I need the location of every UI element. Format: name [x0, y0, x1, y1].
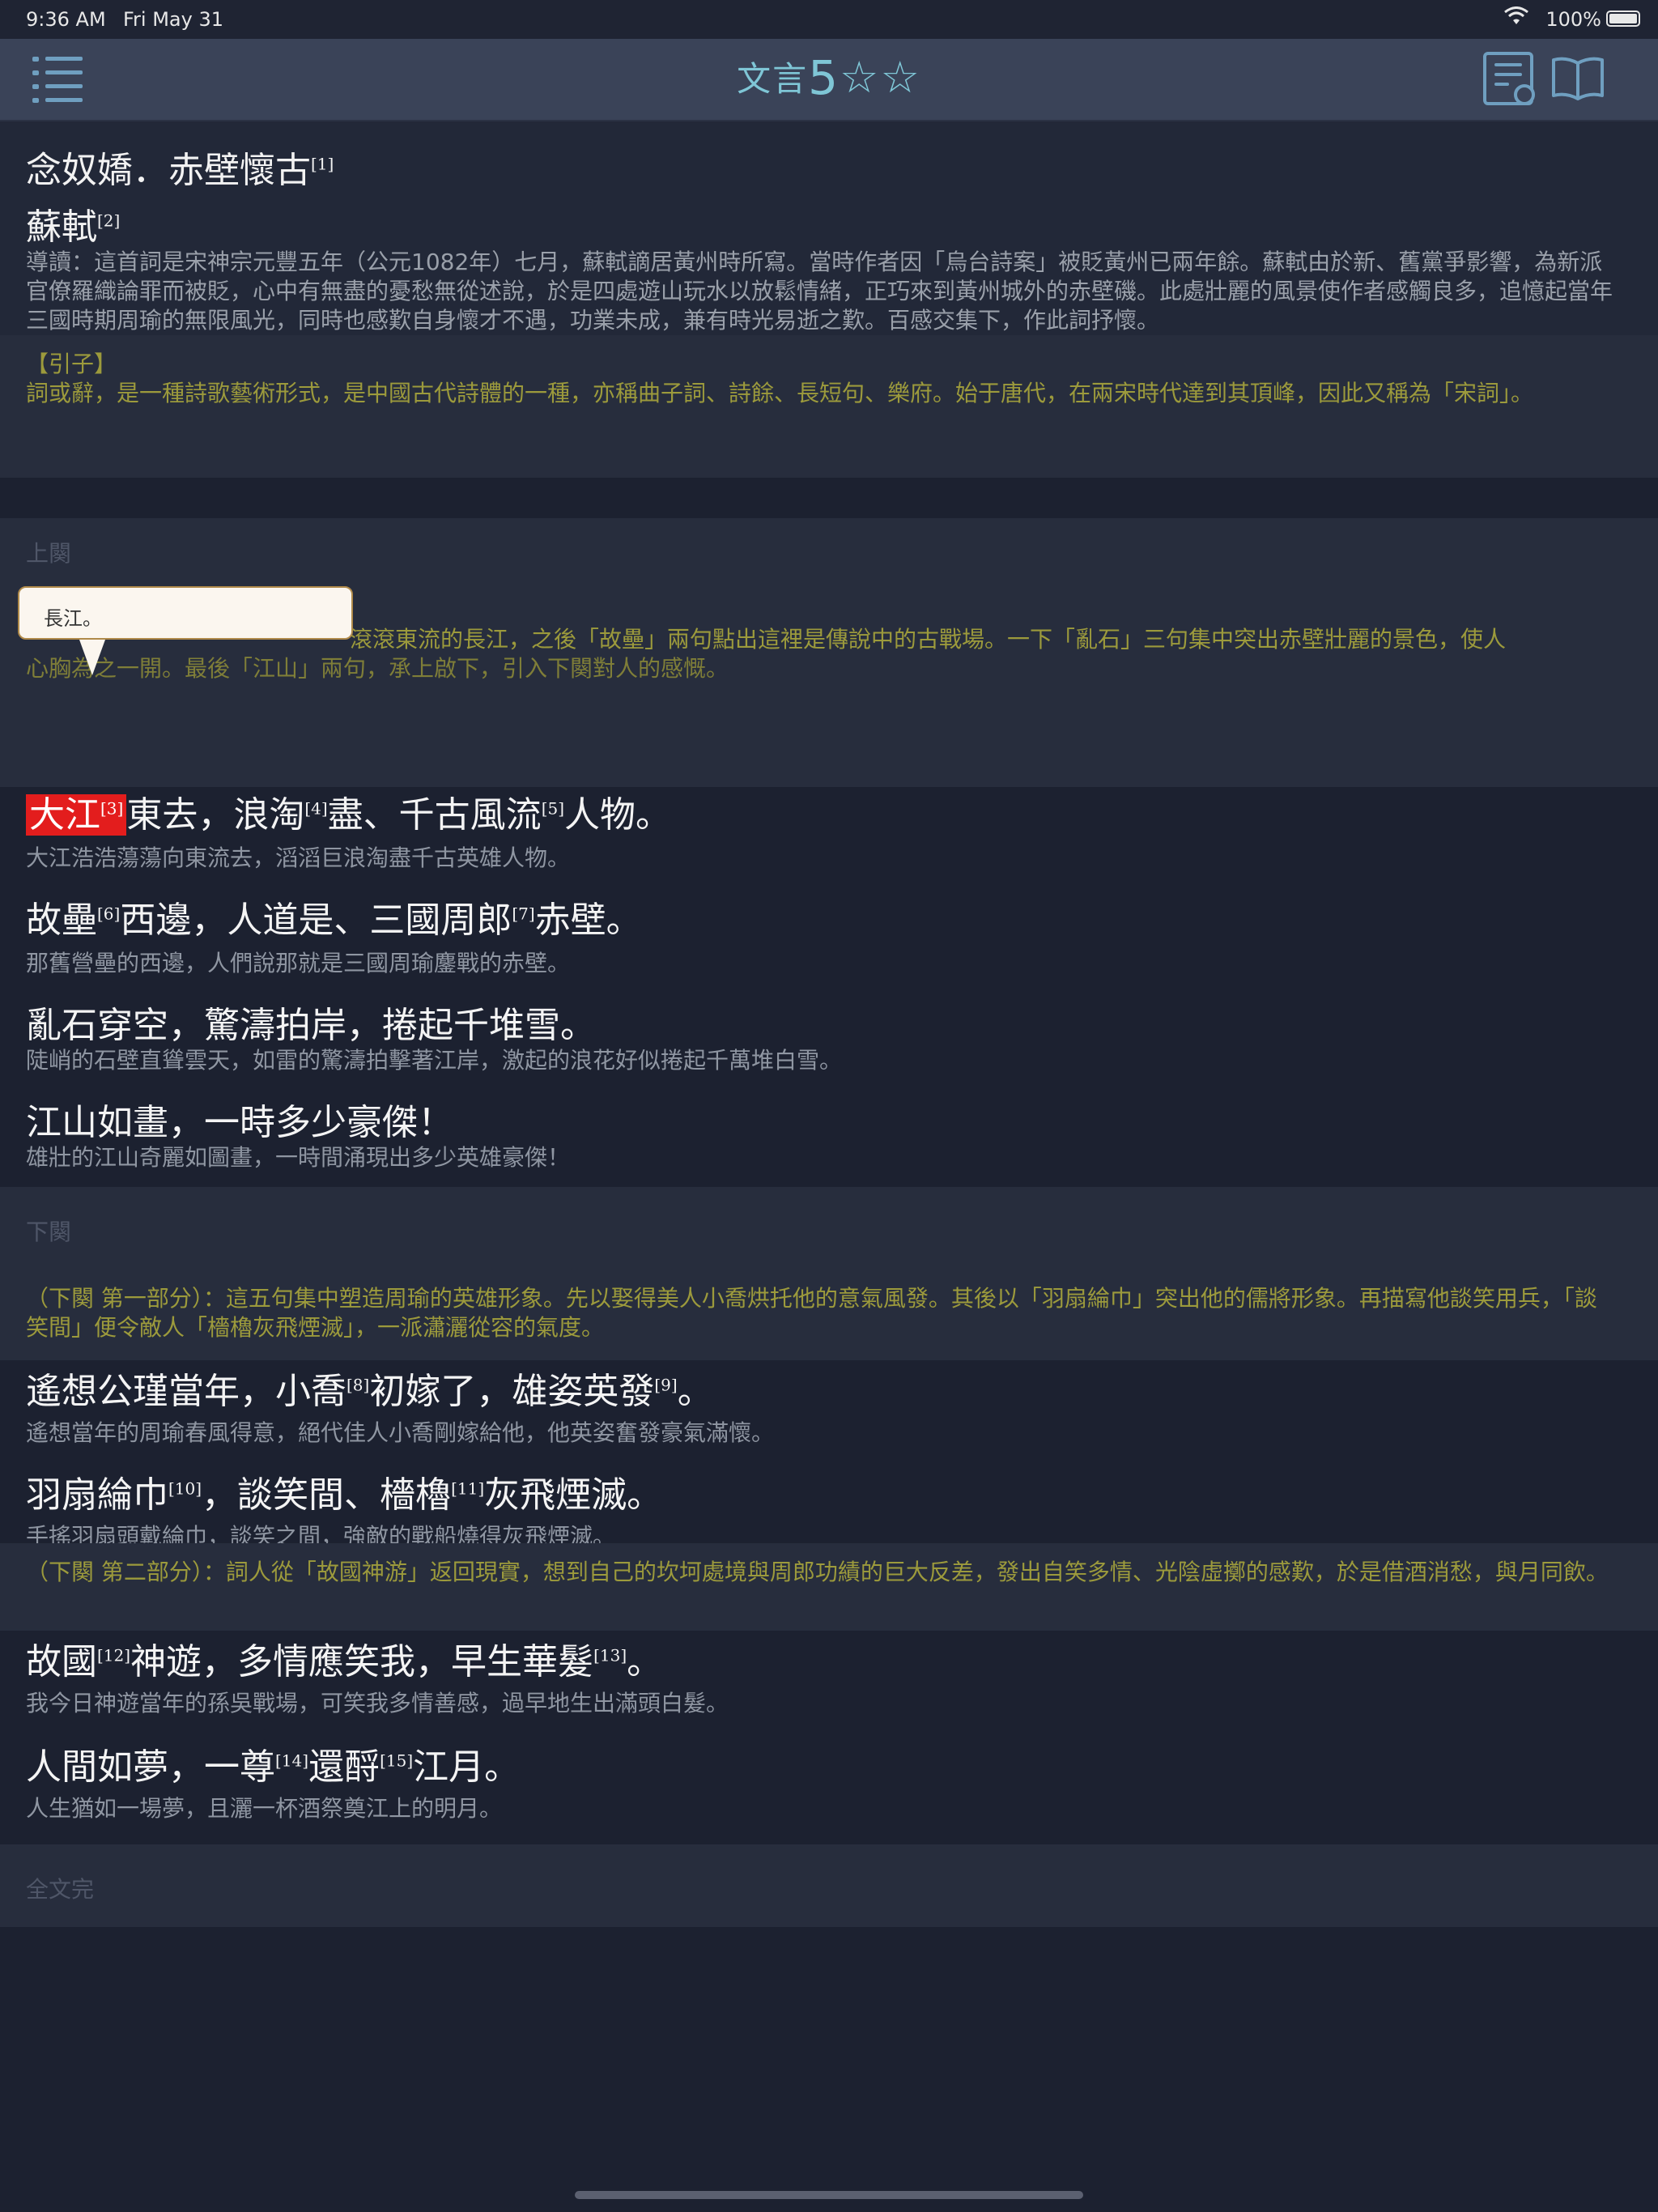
note-marker[interactable]: [6]: [97, 904, 120, 923]
note-marker[interactable]: [8]: [346, 1375, 369, 1394]
verse-line[interactable]: 故國[12]神遊，多情應笑我，早生華髮[13]。: [26, 1632, 662, 1684]
star-rating-icon: ☆☆: [840, 52, 921, 103]
poem-title: 念奴嬌．赤壁懷古[1]: [26, 150, 334, 191]
preface-text: 詞或辭，是一種詩歌藝術形式，是中國古代詩體的一種，亦稱曲子詞、詩餘、長短句、樂府…: [26, 380, 1534, 406]
upper-label: 上闋: [26, 540, 72, 567]
verse-translation: 遙想當年的周瑜春風得意，絕代佳人小喬剛嫁給他，他英姿奮發豪氣滿懷。: [26, 1419, 775, 1446]
note-marker[interactable]: [14]: [275, 1750, 308, 1770]
wifi-icon: [1504, 6, 1528, 32]
upper-section: 上闋 滾滾東流的長江，之後「故壘」兩句點出這裡是傳說中的古戰場。一下「亂石」三句…: [0, 518, 1658, 787]
home-indicator[interactable]: [575, 2191, 1083, 2199]
verse-translation: 我今日神遊當年的孫吳戰場，可笑我多情善感，過早地生出滿頭白髮。: [26, 1690, 729, 1716]
tooltip-pointer: [79, 640, 105, 675]
lower-part1-band: （下闋 第一部分）：這五句集中塑造周瑜的英雄形象。先以娶得美人小喬烘托他的意氣風…: [0, 1274, 1658, 1360]
note-marker[interactable]: [9]: [654, 1375, 677, 1394]
highlighted-word[interactable]: 大江[3]: [26, 794, 127, 836]
status-bar: 9:36 AM Fri May 31 100%: [0, 0, 1658, 39]
note-marker[interactable]: [10]: [168, 1478, 202, 1498]
verse-translation: 陡峭的石壁直聳雲天，如雷的驚濤拍擊著江岸，激起的浪花好似捲起千萬堆白雪。: [26, 1047, 843, 1074]
upper-verses: 大江[3]東去，浪淘[4]盡、千古風流[5]人物。 大江浩浩蕩蕩向東流去，滔滔巨…: [0, 785, 1658, 1550]
verse-line[interactable]: 故壘[6]西邊，人道是、三國周郎[7]赤壁。: [26, 891, 642, 942]
note-marker[interactable]: [12]: [97, 1645, 130, 1665]
lower-part1: （下闋 第一部分）：這五句集中塑造周瑜的英雄形象。先以娶得美人小喬烘托他的意氣風…: [26, 1285, 1597, 1341]
note-marker[interactable]: [11]: [451, 1478, 484, 1498]
verse-line[interactable]: 江山如畫，一時多少豪傑！: [26, 1093, 453, 1145]
open-book-icon[interactable]: [1551, 55, 1605, 102]
end-section: 全文完: [0, 1844, 1658, 1927]
spacer: [0, 478, 1658, 518]
verse-line[interactable]: 羽扇綸巾[10]，談笑間、檣櫓[11]灰飛煙滅。: [26, 1465, 662, 1517]
note-marker[interactable]: [4]: [304, 798, 327, 818]
verse-translation: 雄壯的江山奇麗如圖畫，一時間涌現出多少英雄豪傑！: [26, 1144, 571, 1171]
battery-icon: [1606, 11, 1640, 27]
verse-translation: 那舊營壘的西邊，人們說那就是三國周瑜鏖戰的赤壁。: [26, 950, 571, 976]
annotation-tooltip: 長江。: [18, 586, 353, 675]
nav-title-prefix: 文言: [737, 59, 809, 99]
end-label: 全文完: [26, 1876, 95, 1903]
lower-label-band: 下闋: [0, 1187, 1658, 1274]
nav-level: 5: [808, 50, 840, 105]
note-marker[interactable]: [13]: [593, 1645, 627, 1665]
status-time: 9:36 AM: [26, 8, 106, 31]
lower-part2: （下闋 第二部分）：詞人從「故國神游」返回現實，想到自己的坎坷處境與周郎功績的巨…: [26, 1559, 1609, 1585]
upper-commentary-line2: 心胸為之一開。最後「江山」兩句，承上啟下，引入下闋對人的感慨。: [26, 655, 729, 682]
lower-verses-2: 故國[12]神遊，多情應笑我，早生華髮[13]。 我今日神遊當年的孫吳戰場，可笑…: [0, 1631, 1658, 1844]
article: 念奴嬌．赤壁懷古[1] 蘇軾[2] 導讀：這首詞是宋神宗元豐五年（公元1082年…: [0, 121, 1658, 1927]
note-marker[interactable]: [1]: [311, 154, 334, 173]
preface-section: 【引子】 詞或辭，是一種詩歌藝術形式，是中國古代詩體的一種，亦稱曲子詞、詩餘、長…: [0, 335, 1658, 478]
battery-percent: 100%: [1545, 8, 1601, 31]
lower-verses-1: 遙想公瑾當年，小喬[8]初嫁了，雄姿英發[9]。 遙想當年的周瑜春風得意，絕代佳…: [0, 1360, 1658, 1550]
note-marker[interactable]: [5]: [542, 798, 564, 818]
verse-line[interactable]: 亂石穿空，驚濤拍岸，捲起千堆雪。: [26, 996, 596, 1048]
verse-line[interactable]: 大江[3]東去，浪淘[4]盡、千古風流[5]人物。: [26, 785, 671, 837]
preface-heading: 【引子】: [26, 351, 117, 377]
lower-part2-band: （下闋 第二部分）：詞人從「故國神游」返回現實，想到自己的坎坷處境與周郎功績的巨…: [0, 1543, 1658, 1631]
verse-translation: 人生猶如一場夢，且灑一杯酒祭奠江上的明月。: [26, 1795, 503, 1822]
verse-translation: 大江浩浩蕩蕩向東流去，滔滔巨浪淘盡千古英雄人物。: [26, 844, 571, 871]
intro-text: 導讀：這首詞是宋神宗元豐五年（公元1082年）七月，蘇軾謫居黃州時所寫。當時作者…: [26, 249, 1613, 334]
status-date: Fri May 31: [123, 8, 224, 31]
note-marker[interactable]: [2]: [97, 211, 120, 230]
document-search-icon[interactable]: [1483, 52, 1535, 105]
author: 蘇軾[2]: [26, 206, 121, 248]
upper-commentary: 滾滾東流的長江，之後「故壘」兩句點出這裡是傳說中的古戰場。一下「亂石」三句集中突…: [350, 626, 1507, 653]
nav-title: 文言5☆☆: [0, 50, 1658, 105]
note-marker[interactable]: [7]: [512, 904, 534, 923]
lower-label: 下闋: [26, 1219, 72, 1245]
verse-line[interactable]: 遙想公瑾當年，小喬[8]初嫁了，雄姿英發[9]。: [26, 1362, 713, 1414]
verse-line[interactable]: 人間如夢，一尊[14]還酹[15]江月。: [26, 1738, 520, 1789]
tooltip-text: 長江。: [44, 607, 102, 630]
header-section: 念奴嬌．赤壁懷古[1] 蘇軾[2] 導讀：這首詞是宋神宗元豐五年（公元1082年…: [0, 121, 1658, 335]
nav-bar: 文言5☆☆: [0, 39, 1658, 121]
note-marker[interactable]: [15]: [380, 1750, 413, 1770]
